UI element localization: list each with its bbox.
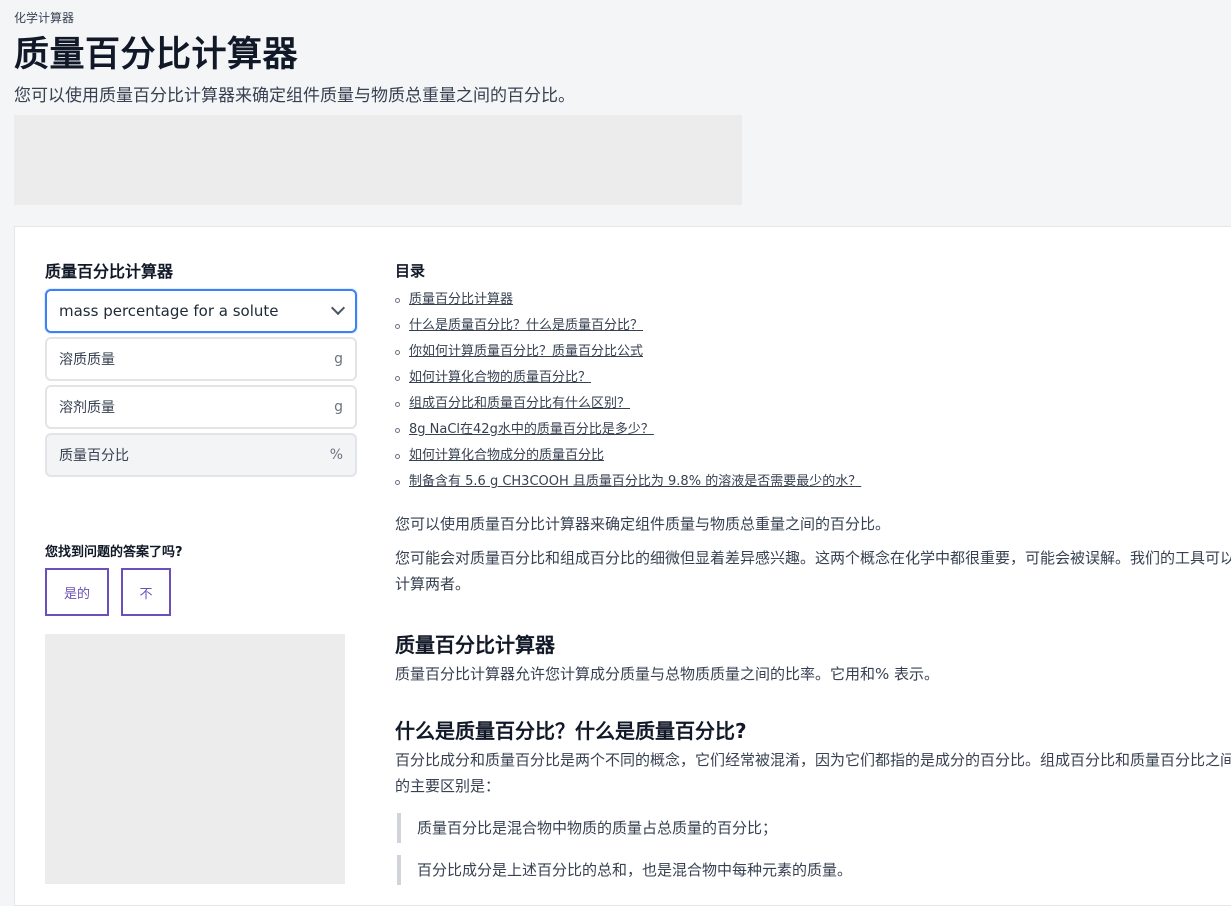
toc-item: 如何计算化合物成分的质量百分比	[395, 443, 1231, 469]
feedback-question: 您找到问题的答案了吗?	[45, 545, 183, 560]
circle-bullet-icon	[395, 297, 400, 303]
ad-sidebar	[45, 634, 345, 884]
solute-mass-field[interactable]: 溶质质量 g	[45, 337, 357, 381]
mass-percent-field[interactable]: 质量百分比 %	[45, 433, 357, 477]
calculation-mode-value: mass percentage for a solute	[59, 302, 279, 320]
circle-bullet-icon	[395, 375, 400, 381]
solvent-mass-unit: g	[334, 399, 343, 415]
breadcrumb[interactable]: 化学计算器	[14, 10, 575, 26]
solvent-mass-field[interactable]: 溶剂质量 g	[45, 385, 357, 429]
calculation-mode-select[interactable]: mass percentage for a solute	[45, 289, 357, 333]
toc-link[interactable]: 什么是质量百分比？什么是质量百分比？	[409, 313, 643, 339]
mass-percent-unit: %	[329, 447, 343, 463]
article-body: 目录 质量百分比计算器 什么是质量百分比？什么是质量百分比？ 你如何计算质量百分…	[395, 261, 1231, 885]
circle-bullet-icon	[395, 453, 400, 459]
table-of-contents: 质量百分比计算器 什么是质量百分比？什么是质量百分比？ 你如何计算质量百分比？质…	[395, 287, 1231, 495]
toc-link[interactable]: 如何计算化合物成分的质量百分比	[409, 443, 604, 469]
solute-mass-label: 溶质质量	[59, 352, 115, 368]
section-definition-text: 百分比成分和质量百分比是两个不同的概念，它们经常被混淆，因为它们都指的是成分的百…	[395, 751, 1231, 795]
toc-item: 制备含有 5.6 g CH3COOH 且质量百分比为 9.8% 的溶液是否需要最…	[395, 469, 1231, 495]
blockquote-mass-percent: 质量百分比是混合物中物质的质量占总质量的百分比；	[397, 813, 1231, 843]
section-heading-definition: 什么是质量百分比？什么是质量百分比?	[395, 719, 747, 743]
calculator-title: 质量百分比计算器	[45, 262, 174, 281]
circle-bullet-icon	[395, 349, 400, 355]
solvent-mass-label: 溶剂质量	[59, 400, 115, 416]
feedback-no-button[interactable]: 不	[121, 568, 171, 616]
toc-item: 你如何计算质量百分比？质量百分比公式	[395, 339, 1231, 365]
toc-item: 8g NaCl在42g水中的质量百分比是多少？	[395, 417, 1231, 443]
toc-link[interactable]: 8g NaCl在42g水中的质量百分比是多少？	[409, 417, 654, 443]
toc-link[interactable]: 组成百分比和质量百分比有什么区别？	[409, 391, 630, 417]
toc-link[interactable]: 你如何计算质量百分比？质量百分比公式	[409, 339, 643, 365]
solute-mass-unit: g	[334, 351, 343, 367]
toc-item: 质量百分比计算器	[395, 287, 1231, 313]
section-heading-calculator: 质量百分比计算器	[395, 633, 555, 657]
feedback-box: 您找到问题的答案了吗? 是的 不	[45, 541, 183, 616]
toc-item: 组成百分比和质量百分比有什么区别？	[395, 391, 1231, 417]
mass-percent-label: 质量百分比	[59, 448, 129, 464]
toc-item: 什么是质量百分比？什么是质量百分比？	[395, 313, 1231, 339]
page-header: 化学计算器 质量百分比计算器 您可以使用质量百分比计算器来确定组件质量与物质总重…	[14, 10, 575, 108]
feedback-yes-button[interactable]: 是的	[45, 568, 109, 616]
calculator-widget: 质量百分比计算器 mass percentage for a solute 溶质…	[45, 261, 357, 477]
circle-bullet-icon	[395, 401, 400, 407]
toc-title: 目录	[395, 262, 426, 280]
section-calculator-text: 质量百分比计算器允许您计算成分质量与总物质质量之间的比率。它用和% 表示。	[395, 665, 940, 683]
circle-bullet-icon	[395, 479, 400, 485]
ad-banner-top	[14, 115, 742, 205]
toc-link[interactable]: 制备含有 5.6 g CH3COOH 且质量百分比为 9.8% 的溶液是否需要最…	[409, 469, 861, 495]
circle-bullet-icon	[395, 323, 400, 329]
main-content-card: 质量百分比计算器 mass percentage for a solute 溶质…	[14, 226, 1231, 906]
toc-link[interactable]: 如何计算化合物的质量百分比？	[409, 365, 591, 391]
intro-paragraph-1: 您可以使用质量百分比计算器来确定组件质量与物质总重量之间的百分比。	[395, 515, 891, 533]
intro-paragraph-2: 您可能会对质量百分比和组成百分比的细微但显着差异感兴趣。这两个概念在化学中都很重…	[395, 549, 1231, 593]
page-title: 质量百分比计算器	[14, 35, 299, 75]
chevron-down-icon	[330, 300, 346, 316]
toc-link[interactable]: 质量百分比计算器	[409, 287, 513, 313]
page-subtitle: 您可以使用质量百分比计算器来确定组件质量与物质总重量之间的百分比。	[14, 86, 575, 106]
blockquote-percent-composition: 百分比成分是上述百分比的总和，也是混合物中每种元素的质量。	[397, 855, 1231, 885]
toc-item: 如何计算化合物的质量百分比？	[395, 365, 1231, 391]
circle-bullet-icon	[395, 427, 400, 433]
